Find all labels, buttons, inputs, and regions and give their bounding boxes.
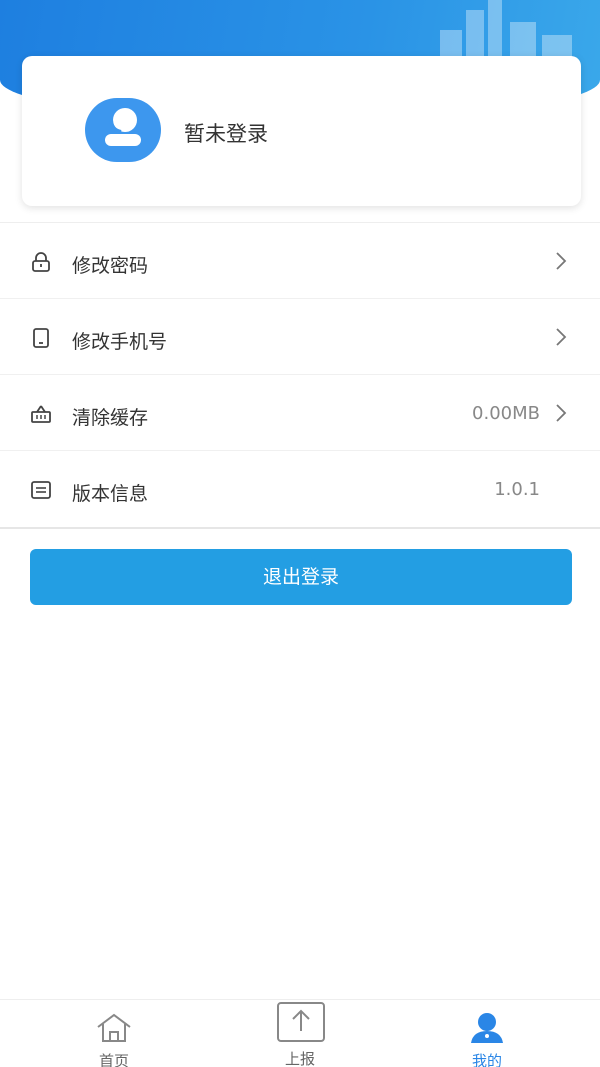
tab-report[interactable]: 上报 [200,1000,400,1067]
buildings-decoration-icon [440,0,572,60]
tab-label: 上报 [284,1050,315,1067]
login-status-text[interactable]: 暂未登录 [184,118,268,148]
cache-size-value: 0.00MB [472,403,540,424]
home-icon [97,1013,131,1042]
menu-item-version-info[interactable]: 版本信息 1.0.1 [0,451,600,527]
logout-button[interactable]: 退出登录 [30,549,572,605]
tab-mine[interactable]: 我的 [387,1000,587,1067]
user-icon [471,1013,503,1043]
upload-icon [277,1002,325,1042]
chevron-right-icon [556,404,567,422]
version-value: 1.0.1 [494,479,540,500]
menu-item-label: 清除缓存 [72,407,149,429]
settings-menu: 修改密码 修改手机号 清除缓存 0.00MB 版本信息 1.0.1 [0,222,600,529]
tab-label: 我的 [471,1052,502,1067]
menu-item-label: 修改密码 [72,255,149,277]
lock-icon [32,252,50,272]
menu-item-change-phone[interactable]: 修改手机号 [0,299,600,375]
menu-item-label: 版本信息 [72,483,149,505]
menu-item-label: 修改手机号 [72,331,168,353]
menu-item-change-password[interactable]: 修改密码 [0,223,600,299]
chevron-right-icon [556,328,567,346]
tab-label: 首页 [98,1052,129,1067]
menu-item-clear-cache[interactable]: 清除缓存 0.00MB [0,375,600,451]
tab-home[interactable]: 首页 [14,1000,214,1067]
bottom-tab-bar: 首页 上报 我的 [0,999,600,1067]
basket-icon [31,405,51,423]
info-list-icon [31,481,51,499]
profile-card[interactable]: 暂未登录 [22,56,581,206]
phone-icon [33,328,49,348]
user-avatar-icon[interactable] [85,98,161,162]
chevron-right-icon [556,252,567,270]
